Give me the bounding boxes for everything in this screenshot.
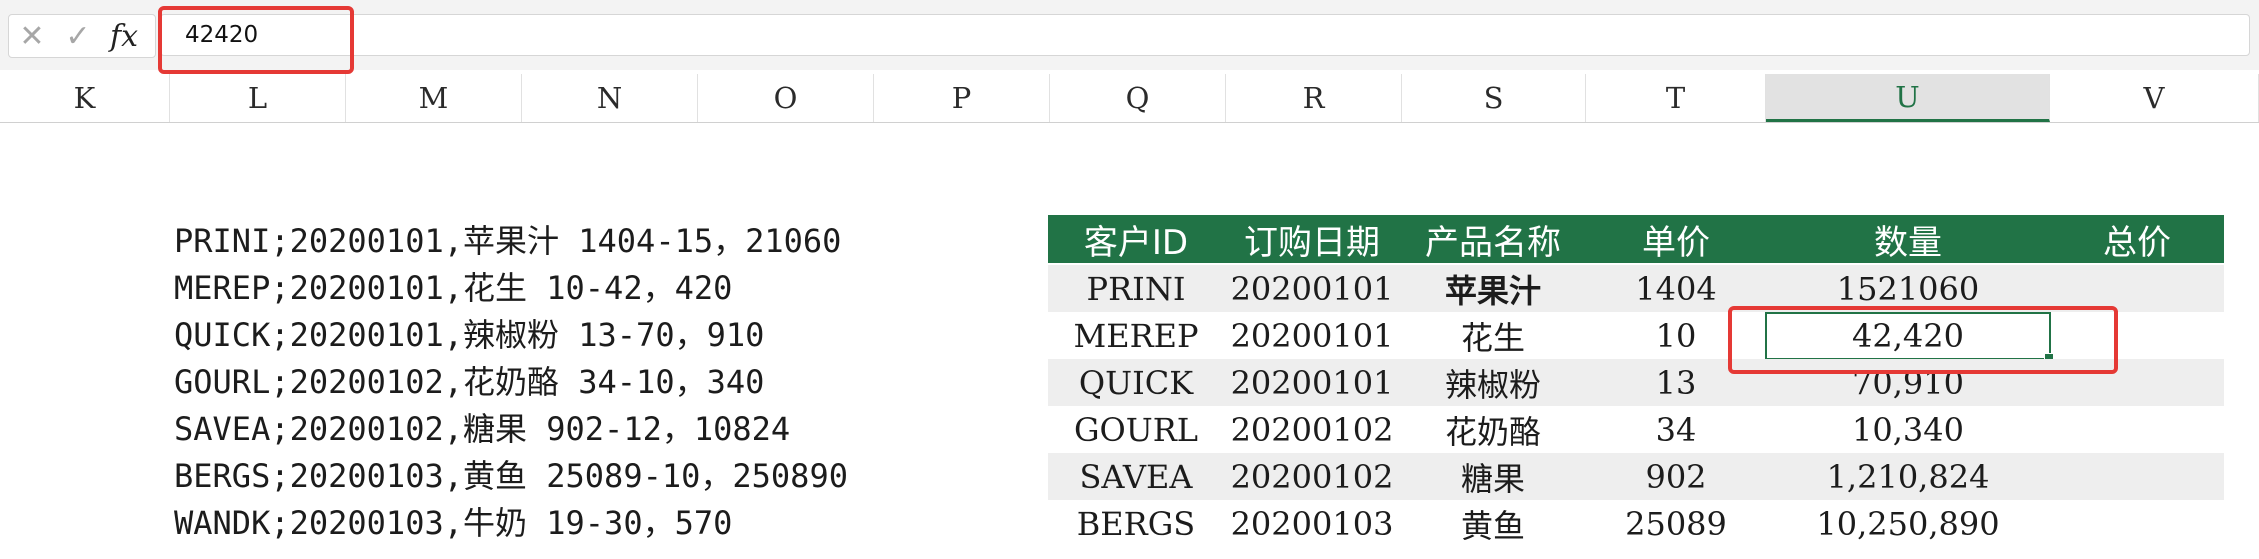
raw-text-line[interactable]: MEREP;20200101,花生 10-42，420 bbox=[174, 265, 732, 312]
cell-order-date[interactable]: 20200103 bbox=[1224, 500, 1400, 547]
cell-unit-price[interactable]: 13 bbox=[1586, 359, 1766, 406]
column-header-p[interactable]: P bbox=[874, 74, 1050, 122]
cell-unit-price[interactable]: 34 bbox=[1586, 406, 1766, 453]
column-header-m[interactable]: M bbox=[346, 74, 522, 122]
cell-quantity[interactable]: 10,340 bbox=[1766, 406, 2050, 453]
column-header-n[interactable]: N bbox=[522, 74, 698, 122]
header-product-name[interactable]: 产品名称 bbox=[1400, 215, 1586, 263]
raw-text-line[interactable]: BERGS;20200103,黄鱼 25089-10，250890 bbox=[174, 453, 848, 500]
cell-product-name[interactable]: 糖果 bbox=[1400, 453, 1586, 500]
cell-customer-id[interactable]: PRINI bbox=[1048, 265, 1224, 312]
cell-unit-price[interactable]: 902 bbox=[1586, 453, 1766, 500]
formula-bar: ✕ ✓ fx 42420 bbox=[0, 0, 2259, 70]
column-header-row: K L M N O P Q R S T U V bbox=[0, 74, 2259, 123]
insert-function-button[interactable]: fx bbox=[101, 15, 147, 57]
table-row: SAVEA 20200102 糖果 902 1,210,824 bbox=[1048, 453, 2224, 500]
formula-tools: ✕ ✓ fx bbox=[8, 14, 156, 58]
cell-customer-id[interactable]: SAVEA bbox=[1048, 453, 1224, 500]
cell-quantity[interactable]: 42,420 bbox=[1767, 314, 2049, 358]
cell-unit-price[interactable]: 25089 bbox=[1586, 500, 1766, 547]
cell-order-date[interactable]: 20200101 bbox=[1224, 359, 1400, 406]
cell-customer-id[interactable]: GOURL bbox=[1048, 406, 1224, 453]
header-customer-id[interactable]: 客户ID bbox=[1048, 215, 1224, 263]
column-header-r[interactable]: R bbox=[1226, 74, 1402, 122]
column-header-k[interactable]: K bbox=[0, 74, 170, 122]
table-header: 客户ID 订购日期 产品名称 单价 数量 总价 bbox=[1048, 215, 2224, 263]
spreadsheet-window: ✕ ✓ fx 42420 K L M N O P Q R S T U V PRI… bbox=[0, 0, 2259, 559]
active-cell[interactable]: 42,420 bbox=[1765, 312, 2054, 363]
cell-quantity[interactable]: 1521060 bbox=[1766, 265, 2050, 312]
raw-text-line[interactable]: QUICK;20200101,辣椒粉 13-70，910 bbox=[174, 312, 764, 359]
cell-product-name[interactable]: 黄鱼 bbox=[1400, 500, 1586, 547]
cell-product-name[interactable]: 花生 bbox=[1400, 312, 1586, 359]
confirm-icon[interactable]: ✓ bbox=[55, 15, 101, 57]
cell-product-name[interactable]: 花奶酪 bbox=[1400, 406, 1586, 453]
cell-customer-id[interactable]: BERGS bbox=[1048, 500, 1224, 547]
table-row: BERGS 20200103 黄鱼 25089 10,250,890 bbox=[1048, 500, 2224, 547]
cancel-icon[interactable]: ✕ bbox=[9, 15, 55, 57]
table-row: QUICK 20200101 辣椒粉 13 70,910 bbox=[1048, 359, 2224, 406]
cell-customer-id[interactable]: QUICK bbox=[1048, 359, 1224, 406]
column-header-o[interactable]: O bbox=[698, 74, 874, 122]
cell-order-date[interactable]: 20200102 bbox=[1224, 406, 1400, 453]
raw-text-line[interactable]: GOURL;20200102,花奶酪 34-10，340 bbox=[174, 359, 764, 406]
header-order-date[interactable]: 订购日期 bbox=[1224, 215, 1400, 263]
column-header-u[interactable]: U bbox=[1766, 74, 2050, 122]
cell-total-price[interactable] bbox=[2050, 312, 2224, 359]
table-row: PRINI 20200101 苹果汁 1404 1521060 bbox=[1048, 265, 2224, 312]
cell-order-date[interactable]: 20200102 bbox=[1224, 453, 1400, 500]
cell-quantity[interactable]: 10,250,890 bbox=[1766, 500, 2050, 547]
cell-order-date[interactable]: 20200101 bbox=[1224, 312, 1400, 359]
formula-input[interactable]: 42420 bbox=[160, 14, 2250, 56]
cell-product-name[interactable]: 辣椒粉 bbox=[1400, 359, 1586, 406]
column-header-v[interactable]: V bbox=[2050, 74, 2259, 122]
column-header-t[interactable]: T bbox=[1586, 74, 1766, 122]
column-header-s[interactable]: S bbox=[1402, 74, 1586, 122]
cell-product-name[interactable]: 苹果汁 bbox=[1400, 265, 1586, 312]
cell-total-price[interactable] bbox=[2050, 359, 2224, 406]
raw-text-line[interactable]: WANDK;20200103,牛奶 19-30，570 bbox=[174, 500, 732, 547]
column-header-l[interactable]: L bbox=[170, 74, 346, 122]
header-unit-price[interactable]: 单价 bbox=[1586, 215, 1766, 263]
raw-text-line[interactable]: SAVEA;20200102,糖果 902-12，10824 bbox=[174, 406, 790, 453]
cell-quantity[interactable]: 1,210,824 bbox=[1766, 453, 2050, 500]
cell-total-price[interactable] bbox=[2050, 406, 2224, 453]
cell-unit-price[interactable]: 10 bbox=[1586, 312, 1766, 359]
table-row: GOURL 20200102 花奶酪 34 10,340 bbox=[1048, 406, 2224, 453]
cell-unit-price[interactable]: 1404 bbox=[1586, 265, 1766, 312]
column-header-q[interactable]: Q bbox=[1050, 74, 1226, 122]
header-quantity[interactable]: 数量 bbox=[1766, 215, 2050, 263]
cell-order-date[interactable]: 20200101 bbox=[1224, 265, 1400, 312]
cell-quantity[interactable]: 70,910 bbox=[1766, 359, 2050, 406]
header-total-price[interactable]: 总价 bbox=[2050, 215, 2224, 263]
cell-total-price[interactable] bbox=[2050, 500, 2224, 547]
cell-total-price[interactable] bbox=[2050, 265, 2224, 312]
cell-customer-id[interactable]: MEREP bbox=[1048, 312, 1224, 359]
cell-total-price[interactable] bbox=[2050, 453, 2224, 500]
raw-text-line[interactable]: PRINI;20200101,苹果汁 1404-15，21060 bbox=[174, 218, 841, 265]
